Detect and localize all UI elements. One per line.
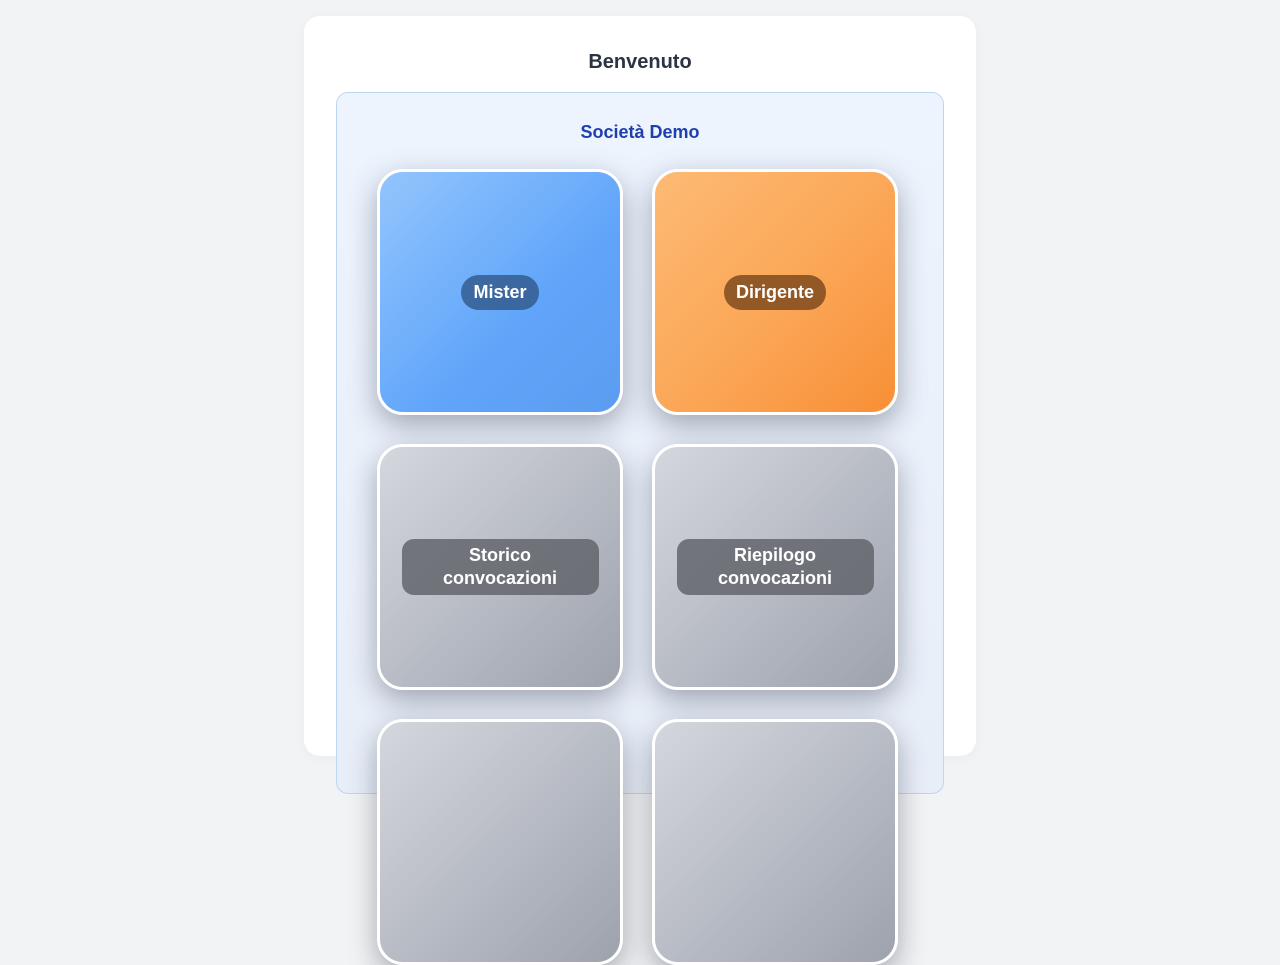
riepilogo-convocazioni-tile[interactable]: Riepilogo convocazioni xyxy=(652,444,898,690)
storico-convocazioni-tile[interactable]: Storico convocazioni xyxy=(377,444,623,690)
mister-tile-label: Mister xyxy=(461,274,539,310)
next-row-tile-left[interactable] xyxy=(377,719,623,965)
storico-convocazioni-tile-label: Storico convocazioni xyxy=(401,539,599,595)
riepilogo-convocazioni-tile-label: Riepilogo convocazioni xyxy=(676,539,874,595)
dirigente-tile[interactable]: Dirigente xyxy=(652,169,898,415)
next-row-tile-right[interactable] xyxy=(652,719,898,965)
welcome-card: Benvenuto Società Demo Mister Dirigente … xyxy=(304,16,976,965)
society-name: Società Demo xyxy=(580,122,700,142)
society-panel: Società Demo Mister Dirigente Storico co… xyxy=(336,92,944,965)
page-title: Benvenuto xyxy=(588,51,692,73)
mister-tile[interactable]: Mister xyxy=(377,169,623,415)
dirigente-tile-label: Dirigente xyxy=(723,274,826,310)
